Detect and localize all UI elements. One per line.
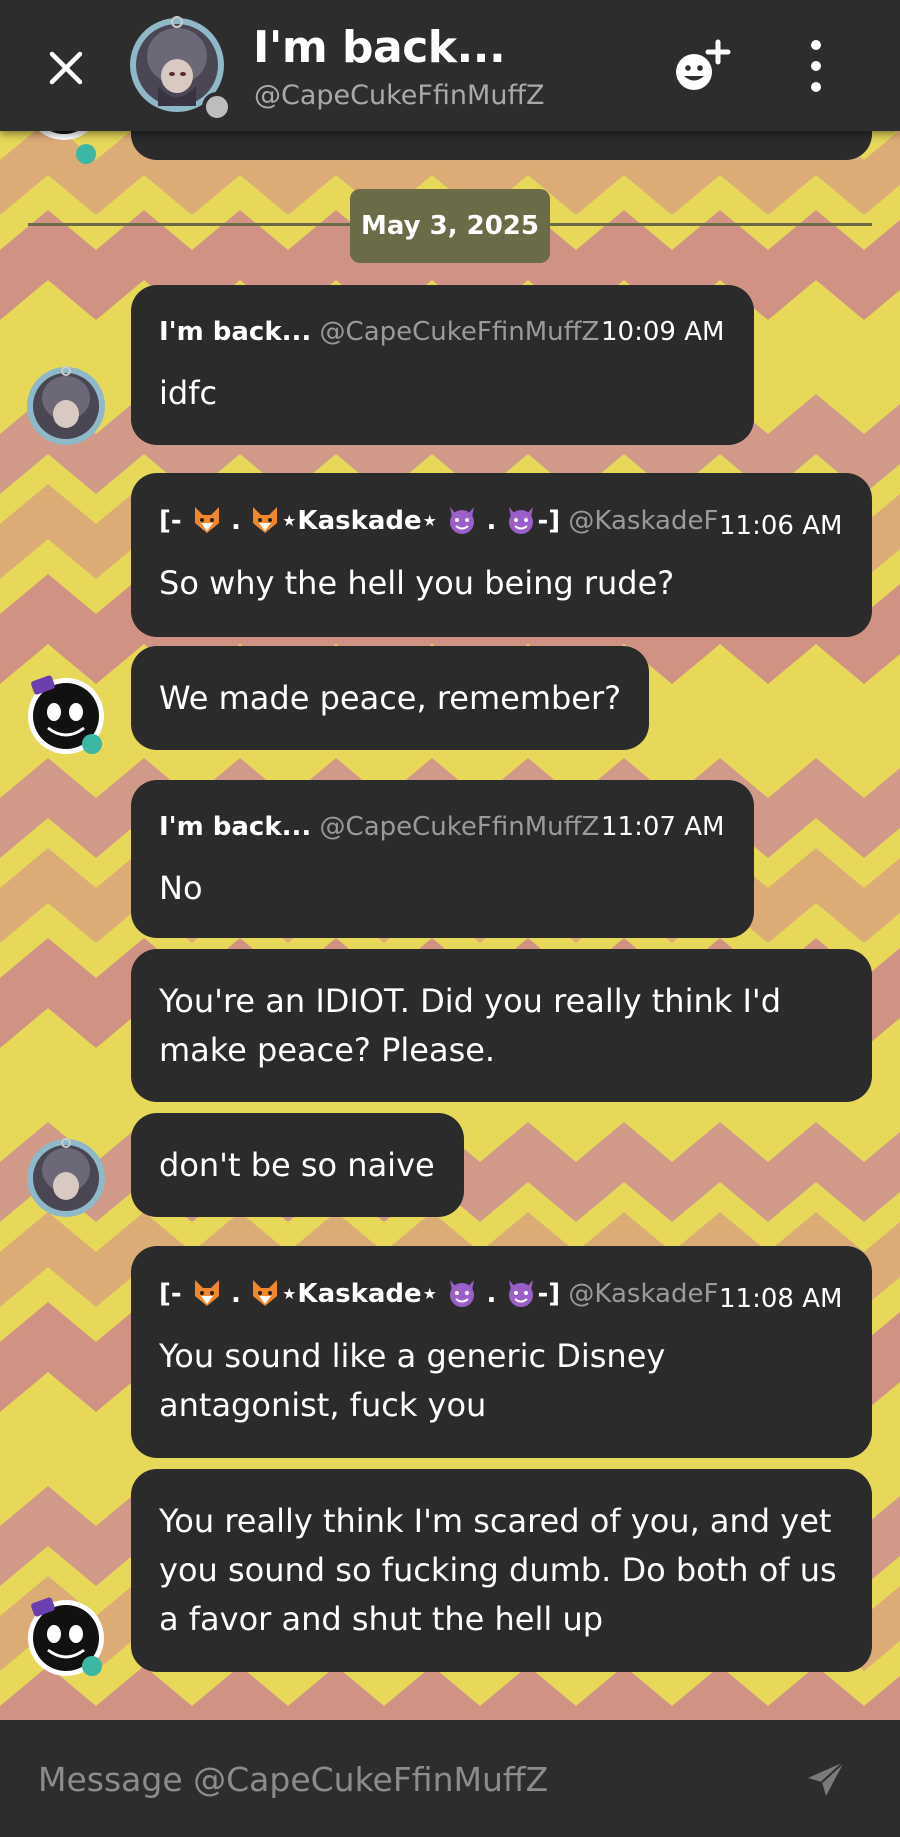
message-bubble[interactable]: You really think I'm scared of you, and …: [131, 1469, 872, 1672]
message-text: you sound so fucking dumb. Do both of us: [159, 1551, 837, 1589]
author-name-mid: .: [231, 1279, 241, 1309]
close-icon: [49, 51, 83, 85]
author-name: I'm back...: [159, 317, 312, 347]
status-indicator: [202, 92, 232, 122]
message-meta: I'm back... @CapeCukeFfinMuffZ: [159, 317, 599, 347]
message-text: don't be so naive: [159, 1146, 435, 1184]
author-handle: @KaskadeF: [568, 1279, 719, 1309]
message-input[interactable]: [38, 1754, 798, 1804]
author-name-mid: .: [231, 506, 241, 536]
author-name-prefix: [-: [159, 1279, 191, 1309]
close-button[interactable]: [40, 42, 92, 94]
author-name-core: ⋆Kaskade⋆: [281, 1279, 438, 1309]
devil-emoji-icon: [450, 1280, 475, 1307]
message-meta: [- . ⋆Kaskade⋆ . -] @KaskadeF: [159, 505, 718, 536]
message-meta: I'm back... @CapeCukeFfinMuffZ: [159, 812, 599, 842]
author-name-prefix: [-: [159, 506, 191, 536]
avatar-imback[interactable]: [26, 1138, 106, 1218]
message-text: make peace? Please.: [159, 1031, 496, 1069]
fox-emoji-icon: [253, 1280, 278, 1306]
chat-handle: @CapeCukeFfinMuffZ: [254, 80, 545, 111]
message-composer: [0, 1720, 900, 1837]
author-name-suffix: -]: [537, 1279, 561, 1309]
more-options-button[interactable]: [800, 40, 832, 92]
message-bubble[interactable]: [- . ⋆Kaskade⋆ . -] @KaskadeF 11:06 AM S…: [131, 473, 872, 637]
message-bubble[interactable]: [- . ⋆Kaskade⋆ . -] @KaskadeF 11:08 AM Y…: [131, 1246, 872, 1458]
avatar-kaskade[interactable]: [20, 1590, 108, 1678]
fox-emoji-icon: [194, 507, 219, 533]
message-text: idfc: [159, 374, 218, 412]
author-name: I'm back...: [159, 812, 312, 842]
timestamp: 10:09 AM: [601, 317, 725, 347]
message-bubble[interactable]: I'm back... @CapeCukeFfinMuffZ 11:07 AM …: [131, 780, 754, 938]
more-dot: [811, 61, 821, 71]
add-emoji-icon[interactable]: [670, 38, 734, 94]
send-icon[interactable]: [804, 1758, 848, 1802]
author-name-core: ⋆Kaskade⋆: [281, 506, 438, 536]
message-text: No: [159, 869, 203, 907]
author-handle: @CapeCukeFfinMuffZ: [319, 317, 600, 347]
author-name-dot: .: [486, 506, 506, 536]
fox-emoji-icon: [253, 507, 278, 533]
timestamp: 11:08 AM: [719, 1284, 843, 1314]
timestamp: 11:06 AM: [719, 511, 843, 541]
devil-emoji-icon: [509, 1280, 534, 1307]
message-bubble[interactable]: I'm back... @CapeCukeFfinMuffZ 10:09 AM …: [131, 285, 754, 445]
date-divider: May 3, 2025: [350, 189, 550, 263]
author-name-dot: .: [486, 1279, 506, 1309]
message-bubble[interactable]: don't be so naive: [131, 1113, 464, 1217]
message-text: a favor and shut the hell up: [159, 1600, 604, 1638]
message-bubble[interactable]: You're an IDIOT. Did you really think I'…: [131, 949, 872, 1102]
devil-emoji-icon: [509, 507, 534, 534]
devil-emoji-icon: [450, 507, 475, 534]
author-name-suffix: -]: [537, 506, 561, 536]
message-bubble[interactable]: We made peace, remember?: [131, 646, 649, 750]
avatar-imback[interactable]: [26, 366, 106, 446]
more-dot: [811, 82, 821, 92]
author-handle: @CapeCukeFfinMuffZ: [319, 812, 600, 842]
message-text: You're an IDIOT. Did you really think I'…: [159, 982, 781, 1020]
message-text: antagonist, fuck you: [159, 1386, 487, 1424]
author-handle: @KaskadeF: [568, 506, 719, 536]
fox-emoji-icon: [194, 1280, 219, 1306]
message-text: You really think I'm scared of you, and …: [159, 1502, 832, 1540]
timestamp: 11:07 AM: [601, 812, 725, 842]
message-meta: [- . ⋆Kaskade⋆ . -] @KaskadeF: [159, 1278, 718, 1309]
avatar-kaskade[interactable]: [20, 668, 108, 756]
chat-title: I'm back...: [253, 22, 506, 73]
more-vertical-icon: [811, 40, 821, 50]
message-text: So why the hell you being rude?: [159, 564, 675, 602]
chat-header: I'm back... @CapeCukeFfinMuffZ: [0, 0, 900, 131]
message-text: We made peace, remember?: [159, 679, 622, 717]
message-text: You sound like a generic Disney: [159, 1337, 666, 1375]
